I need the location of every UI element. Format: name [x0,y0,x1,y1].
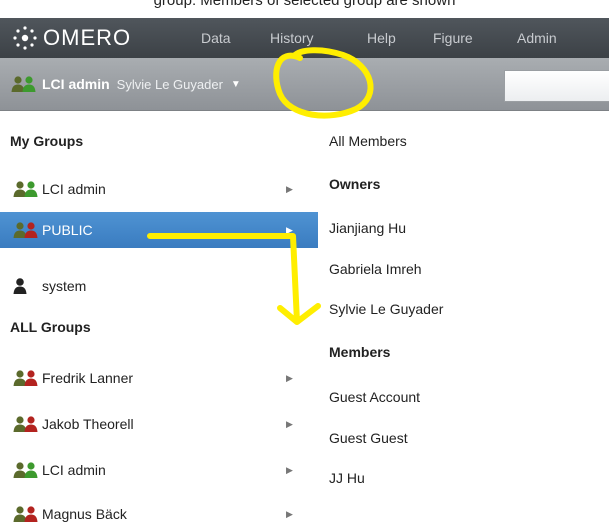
nav-data[interactable]: Data [201,18,231,58]
all-groups-heading: ALL Groups [10,319,91,335]
nav-admin[interactable]: Admin [517,18,557,58]
top-navigation-bar: OMERO Data History Help Figure Admin [0,18,609,58]
member-item[interactable]: Jianjiang Hu [329,220,406,236]
red-users-icon [13,370,38,386]
my-groups-heading: My Groups [10,133,84,149]
group-item-system[interactable]: system [0,268,318,304]
brand-name: OMERO [43,25,132,50]
member-item[interactable]: Sylvie Le Guyader [329,301,443,317]
group-switcher[interactable]: LCI admin Sylvie Le Guyader ▼ [10,74,241,94]
submenu-arrow-icon: ▶ [286,224,293,235]
group-item-jakob-theorell[interactable]: Jakob Theorell ▶ [0,406,318,442]
green-users-icon [13,181,38,197]
group-user-bar: LCI admin Sylvie Le Guyader ▼ [0,58,609,111]
submenu-arrow-icon: ▶ [286,418,293,429]
nav-help[interactable]: Help [367,18,396,58]
nav-history[interactable]: History [270,18,314,58]
single-user-icon [13,278,27,294]
submenu-arrow-icon: ▶ [286,372,293,383]
member-item[interactable]: Gabriela Imreh [329,261,422,277]
red-users-icon [13,506,38,522]
red-users-icon [13,416,38,432]
nav-figure[interactable]: Figure [433,18,473,58]
group-item-label: system [42,278,87,294]
group-item-lci-admin[interactable]: LCI admin ▶ [0,171,318,207]
screenshot-caption: group: Members of selected group are sho… [0,0,609,18]
group-item-fredrik-lanner[interactable]: Fredrik Lanner ▶ [0,360,318,396]
search-input[interactable] [504,70,609,102]
members-submenu: All Members Owners Jianjiang Hu Gabriela… [318,111,609,527]
caret-down-icon: ▼ [230,78,241,90]
group-item-label: PUBLIC [42,222,93,238]
groups-list: My Groups LCI admin ▶ PUBLIC ▶ system AL… [0,111,318,527]
omero-logo[interactable]: OMERO [12,18,131,58]
group-item-label: Fredrik Lanner [42,370,134,386]
current-group-name: LCI admin [42,76,110,92]
all-members-item[interactable]: All Members [329,133,407,149]
group-item-label: LCI admin [42,181,106,197]
group-item-label: LCI admin [42,462,106,478]
green-users-icon [11,76,36,92]
group-item-label: Jakob Theorell [42,416,134,432]
caption-text: group: Members of selected group are sho… [153,0,456,9]
member-item[interactable]: Guest Guest [329,430,408,446]
group-item-label: Magnus Bäck [42,506,127,522]
submenu-arrow-icon: ▶ [286,183,293,194]
member-item[interactable]: JJ Hu [329,470,365,486]
member-item[interactable]: Guest Account [329,389,420,405]
group-dropdown-menu: My Groups LCI admin ▶ PUBLIC ▶ system AL… [0,111,609,527]
owners-heading: Owners [329,176,381,192]
red-users-icon [13,222,38,238]
group-item-public[interactable]: PUBLIC ▶ [0,212,318,248]
current-user-name: Sylvie Le Guyader [116,76,223,92]
green-users-icon [13,462,38,478]
group-item-lci-admin-all[interactable]: LCI admin ▶ [0,452,318,488]
members-heading: Members [329,344,391,360]
submenu-arrow-icon: ▶ [286,508,293,519]
submenu-arrow-icon: ▶ [286,464,293,475]
omero-logo-icon [13,26,37,50]
